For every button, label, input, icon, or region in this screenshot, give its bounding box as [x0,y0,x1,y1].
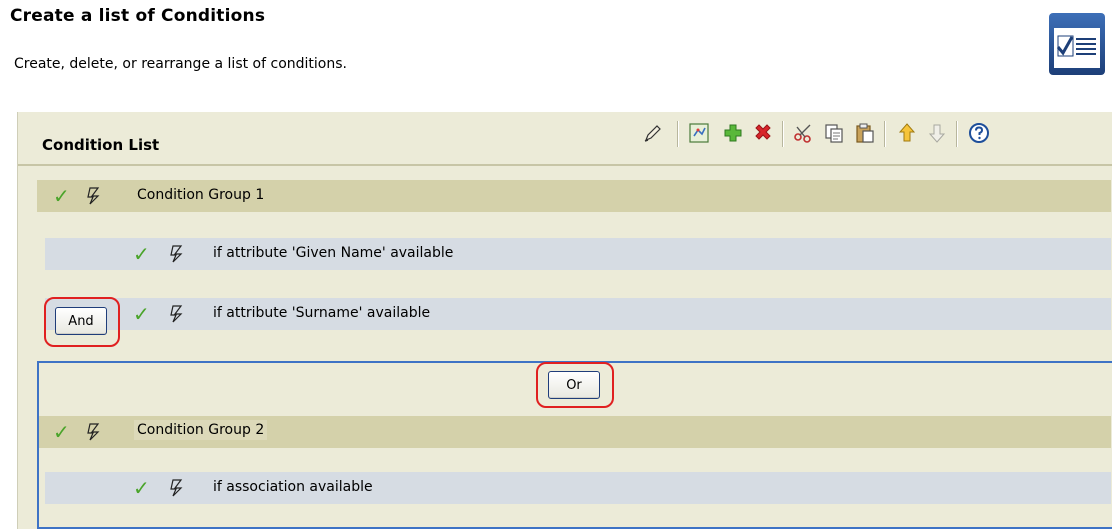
condition-label: if association available [213,479,373,495]
copy-icon[interactable] [821,120,847,146]
and-button[interactable]: And [55,307,107,335]
toolbar [640,120,1112,150]
condition-label: if attribute 'Given Name' available [213,245,454,261]
toolbar-separator [956,121,958,147]
check-icon: ✓ [53,420,70,444]
check-icon: ✓ [133,242,150,266]
condition-row[interactable]: ✓ if association available [45,472,1111,504]
lightning-icon [170,245,183,263]
help-icon[interactable] [966,120,992,146]
cut-icon[interactable] [790,120,816,146]
or-button[interactable]: Or [548,371,600,399]
panel-title: Condition List [42,136,160,154]
move-up-icon[interactable] [894,120,920,146]
add-from-wizard-icon[interactable] [686,120,712,146]
condition-list-panel: Condition List ✓ Condition Group 1 ✓ if … [17,112,1112,529]
check-icon: ✓ [53,184,70,208]
page-description: Create, delete, or rearrange a list of c… [14,56,347,72]
move-down-icon[interactable] [924,120,950,146]
condition-row[interactable]: ✓ if attribute 'Given Name' available [45,238,1111,270]
lightning-icon [170,305,183,323]
add-icon[interactable] [720,120,746,146]
toolbar-separator [677,121,679,147]
page-title: Create a list of Conditions [10,6,266,26]
condition-list-icon [1048,12,1106,76]
check-icon: ✓ [133,476,150,500]
condition-group-row[interactable]: ✓ Condition Group 2 [39,416,1111,448]
check-icon: ✓ [133,302,150,326]
paste-icon[interactable] [852,120,878,146]
toolbar-separator [782,121,784,147]
lightning-icon [87,423,100,441]
condition-group-label: Condition Group 1 [137,187,265,203]
edit-icon[interactable] [640,120,666,146]
condition-group-row[interactable]: ✓ Condition Group 1 [37,180,1111,212]
panel-header: Condition List [18,112,1112,166]
condition-row[interactable]: ✓ if attribute 'Surname' available [45,298,1111,330]
lightning-icon [87,187,100,205]
condition-label: if attribute 'Surname' available [213,305,431,321]
delete-icon[interactable] [750,120,776,146]
toolbar-separator [884,121,886,147]
lightning-icon [170,479,183,497]
condition-group-label: Condition Group 2 [134,420,268,440]
